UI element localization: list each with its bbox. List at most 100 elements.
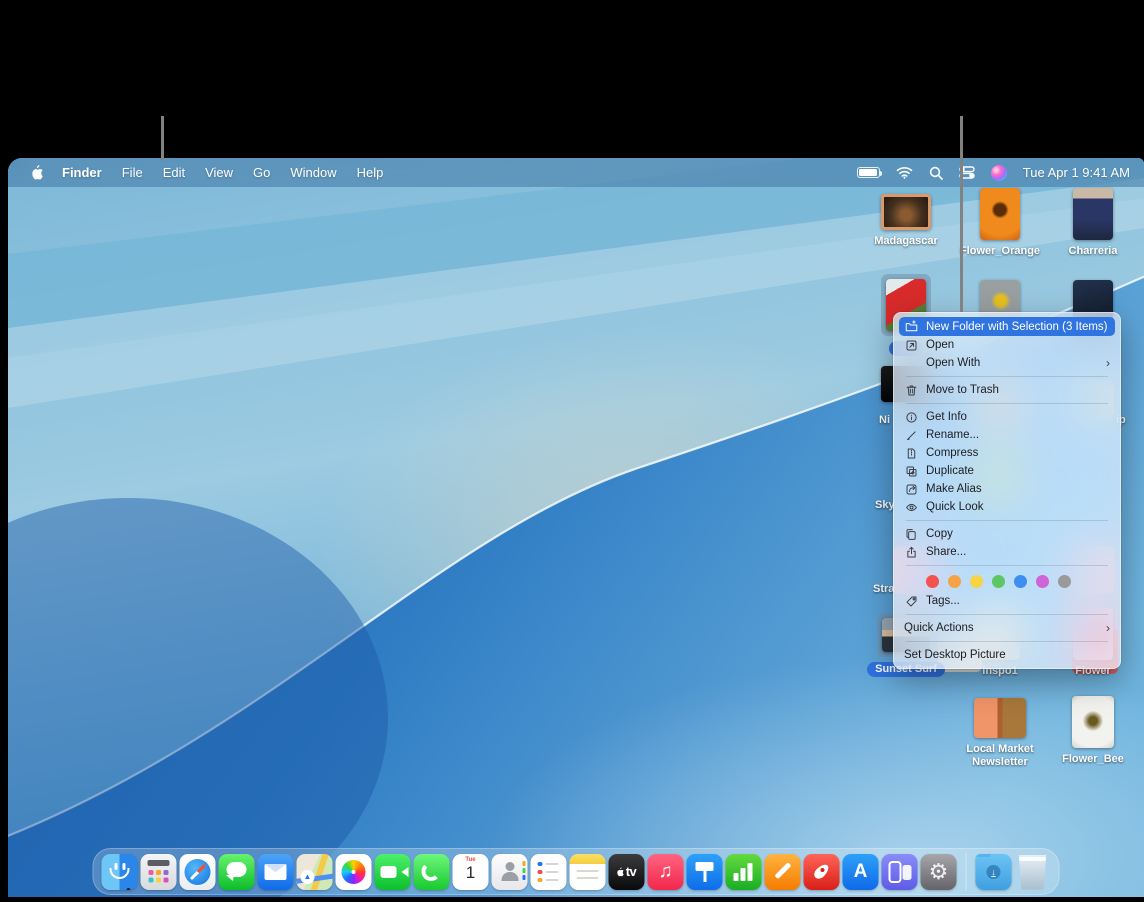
desktop-icon-charreria[interactable]: Charreria bbox=[1049, 188, 1137, 258]
menu-item-make-alias[interactable]: Make Alias bbox=[894, 480, 1120, 498]
menu-go[interactable]: Go bbox=[243, 158, 280, 187]
menu-view[interactable]: View bbox=[195, 158, 243, 187]
apple-menu[interactable] bbox=[22, 165, 52, 180]
desktop-icon-local-market-newsletter[interactable]: Local Market Newsletter bbox=[956, 698, 1044, 769]
dock-safari-icon[interactable] bbox=[180, 854, 216, 890]
menu-item-open-with[interactable]: Open With › bbox=[894, 354, 1120, 372]
dock-music-icon[interactable]: ♫ bbox=[648, 854, 684, 890]
dock-games-icon[interactable] bbox=[804, 854, 840, 890]
menu-item-share[interactable]: Share... bbox=[894, 543, 1120, 561]
menu-item-new-folder-with-selection[interactable]: New Folder with Selection (3 Items) bbox=[899, 317, 1115, 336]
desktop-icon-flower-bee[interactable]: Flower_Bee bbox=[1049, 696, 1137, 766]
menu-finder[interactable]: Finder bbox=[52, 158, 112, 187]
menu-item-label: Share... bbox=[926, 546, 966, 558]
menu-separator bbox=[906, 614, 1108, 615]
menu-separator bbox=[906, 403, 1108, 404]
dock-pages-icon[interactable] bbox=[765, 854, 801, 890]
siri-icon[interactable] bbox=[991, 165, 1007, 181]
menu-item-copy[interactable]: Copy bbox=[894, 525, 1120, 543]
menu-separator bbox=[906, 520, 1108, 521]
menu-item-label: Open With bbox=[926, 357, 980, 369]
tag-blue[interactable] bbox=[1014, 575, 1027, 588]
menu-item-label: Make Alias bbox=[926, 483, 982, 495]
menu-item-label: Rename... bbox=[926, 429, 979, 441]
share-icon bbox=[904, 545, 919, 560]
info-icon bbox=[904, 410, 919, 425]
tag-gray[interactable] bbox=[1058, 575, 1071, 588]
partial-label-stra: Stra bbox=[873, 583, 894, 595]
desktop-icon-madagascar[interactable]: Madagascar bbox=[862, 194, 950, 248]
menu-edit[interactable]: Edit bbox=[153, 158, 195, 187]
chevron-right-icon: › bbox=[1106, 356, 1110, 370]
menu-window[interactable]: Window bbox=[280, 158, 346, 187]
menu-separator bbox=[906, 641, 1108, 642]
battery-icon[interactable] bbox=[857, 167, 880, 178]
flower-orange-thumbnail bbox=[980, 188, 1020, 240]
desktop-icon-label: Charreria bbox=[1069, 245, 1118, 258]
tag-red[interactable] bbox=[926, 575, 939, 588]
menu-item-duplicate[interactable]: Duplicate bbox=[894, 462, 1120, 480]
finder-running-indicator bbox=[127, 888, 131, 890]
menu-bar-left: Finder File Edit View Go Window Help bbox=[22, 158, 393, 187]
tag-orange[interactable] bbox=[948, 575, 961, 588]
dock-phone-icon[interactable] bbox=[414, 854, 450, 890]
desktop-icon-label: Local Market Newsletter bbox=[961, 743, 1039, 769]
dock-apple-tv-icon[interactable]: tv bbox=[609, 854, 645, 890]
callout-line-view-menu bbox=[161, 116, 164, 160]
dock-reminders-icon[interactable] bbox=[531, 854, 567, 890]
menu-bar-clock[interactable]: Tue Apr 1 9:41 AM bbox=[1023, 165, 1130, 180]
tag-green[interactable] bbox=[992, 575, 1005, 588]
duplicate-icon bbox=[904, 464, 919, 479]
pencil-icon bbox=[904, 428, 919, 443]
tag-purple[interactable] bbox=[1036, 575, 1049, 588]
menu-item-get-info[interactable]: Get Info bbox=[894, 408, 1120, 426]
menu-item-compress[interactable]: Compress bbox=[894, 444, 1120, 462]
dock-separator bbox=[966, 853, 967, 891]
dock-trash-icon[interactable] bbox=[1015, 854, 1051, 890]
menu-item-rename[interactable]: Rename... bbox=[894, 426, 1120, 444]
dock-app-store-icon[interactable]: A bbox=[843, 854, 879, 890]
menu-item-label: Tags... bbox=[926, 595, 960, 607]
menu-item-move-to-trash[interactable]: Move to Trash bbox=[894, 381, 1120, 399]
dock-contacts-icon[interactable] bbox=[492, 854, 528, 890]
menu-help[interactable]: Help bbox=[347, 158, 394, 187]
callout-line-context-menu bbox=[960, 116, 963, 312]
dock-numbers-icon[interactable] bbox=[726, 854, 762, 890]
menu-item-tags[interactable]: Tags... bbox=[894, 592, 1120, 610]
wifi-icon[interactable] bbox=[896, 166, 913, 179]
eye-icon bbox=[904, 500, 919, 515]
dock-mail-icon[interactable] bbox=[258, 854, 294, 890]
copy-icon bbox=[904, 527, 919, 542]
desktop-icon-flower-orange[interactable]: Flower_Orange bbox=[956, 188, 1044, 258]
newsletter-thumbnail bbox=[974, 698, 1026, 738]
dock-finder-icon[interactable] bbox=[102, 854, 138, 890]
menu-item-quick-look[interactable]: Quick Look bbox=[894, 498, 1120, 516]
tag-yellow[interactable] bbox=[970, 575, 983, 588]
menu-item-label: Duplicate bbox=[926, 465, 974, 477]
desktop-icon-label: Madagascar bbox=[874, 235, 938, 248]
compress-icon bbox=[904, 446, 919, 461]
madagascar-thumbnail bbox=[881, 194, 931, 230]
dock-facetime-icon[interactable] bbox=[375, 854, 411, 890]
menu-item-quick-actions[interactable]: Quick Actions › bbox=[894, 619, 1120, 637]
dock-system-settings-icon[interactable]: ⚙ bbox=[921, 854, 957, 890]
partial-label-sky: Sky bbox=[875, 499, 895, 511]
dock-messages-icon[interactable] bbox=[219, 854, 255, 890]
dock-notes-icon[interactable] bbox=[570, 854, 606, 890]
dock-iphone-mirroring-icon[interactable] bbox=[882, 854, 918, 890]
open-icon bbox=[904, 338, 919, 353]
dock-maps-icon[interactable]: ▲ bbox=[297, 854, 333, 890]
dock-launchpad-icon[interactable] bbox=[141, 854, 177, 890]
apple-logo-icon bbox=[31, 165, 44, 180]
dock-photos-icon[interactable] bbox=[336, 854, 372, 890]
menu-item-set-desktop-picture[interactable]: Set Desktop Picture bbox=[894, 646, 1120, 664]
new-folder-icon bbox=[904, 319, 919, 334]
spotlight-search-icon[interactable] bbox=[929, 166, 943, 180]
dock: ▲ Tue1 tv ♫ A ⚙ ↓ bbox=[93, 848, 1060, 895]
dock-keynote-icon[interactable] bbox=[687, 854, 723, 890]
dock-calendar-icon[interactable]: Tue1 bbox=[453, 854, 489, 890]
dock-downloads-folder-icon[interactable]: ↓ bbox=[976, 854, 1012, 890]
menu-file[interactable]: File bbox=[112, 158, 153, 187]
menu-item-open[interactable]: Open bbox=[894, 336, 1120, 354]
chevron-right-icon: › bbox=[1106, 621, 1110, 635]
